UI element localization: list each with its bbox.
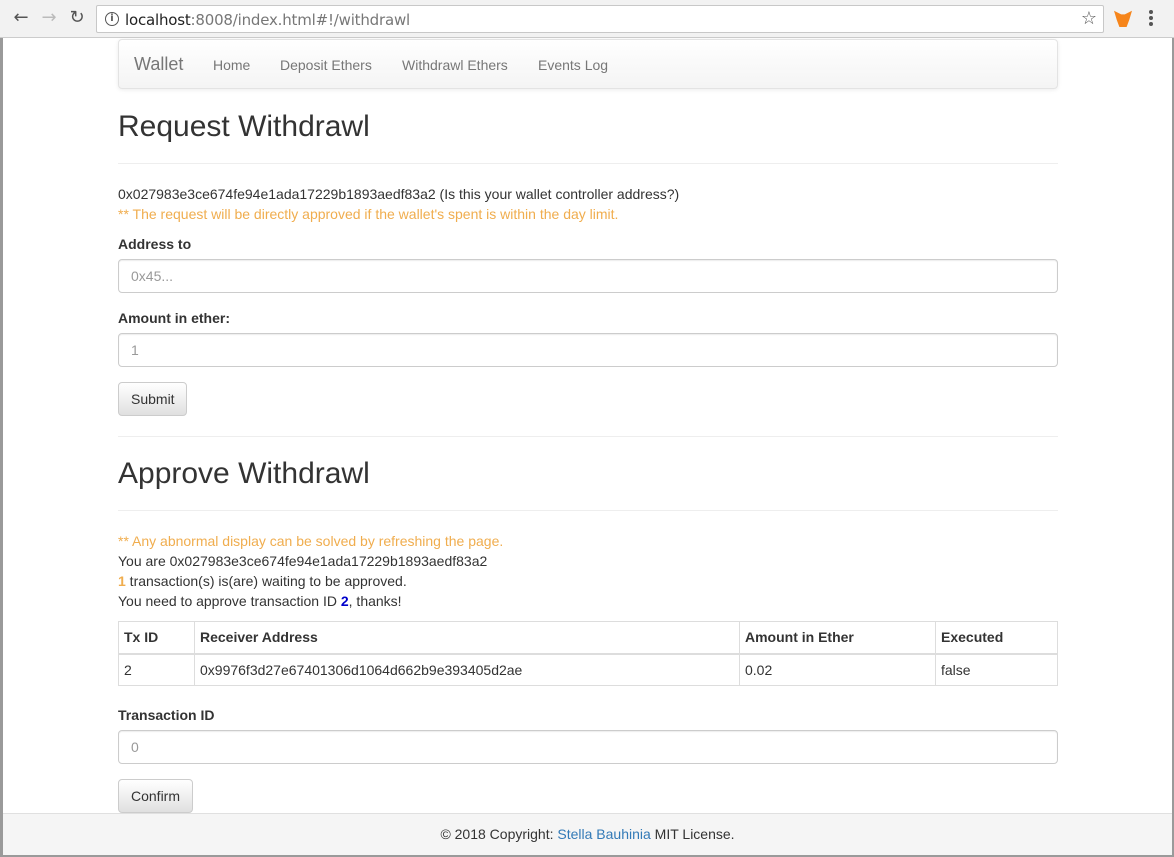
current-user-line: You are 0x027983e3ce674fe94e1ada17229b18… xyxy=(118,553,488,569)
table-row: 2 0x9976f3d27e67401306d1064d662b9e393405… xyxy=(118,653,1058,686)
submit-button[interactable]: Submit xyxy=(118,382,187,416)
url-path: :8008/index.html#!/withdrawl xyxy=(190,11,411,29)
nav-deposit-ethers[interactable]: Deposit Ethers xyxy=(280,57,372,73)
transaction-id-label: Transaction ID xyxy=(118,707,215,723)
confirm-button[interactable]: Confirm xyxy=(118,779,193,813)
footer-author-link[interactable]: Stella Bauhinia xyxy=(557,826,650,842)
navbar-brand[interactable]: Wallet xyxy=(134,54,183,75)
navbar: Wallet Home Deposit Ethers Withdrawl Eth… xyxy=(118,39,1058,89)
divider xyxy=(118,436,1058,437)
approve-withdrawl-title: Approve Withdrawl xyxy=(118,457,370,490)
footer-copyright: © 2018 Copyright: xyxy=(440,826,558,842)
waiting-count-line: 1 transaction(s) is(are) waiting to be a… xyxy=(118,573,407,589)
info-icon[interactable]: i xyxy=(105,12,119,26)
need-suffix: , thanks! xyxy=(348,593,402,609)
footer: © 2018 Copyright: Stella Bauhinia MIT Li… xyxy=(3,813,1172,855)
waiting-count: 1 xyxy=(118,573,126,589)
url-text[interactable]: localhost:8008/index.html#!/withdrawl xyxy=(125,11,410,29)
footer-license: MIT License. xyxy=(650,826,735,842)
forward-icon[interactable]: → xyxy=(38,7,60,29)
divider xyxy=(118,510,1058,511)
col-executed: Executed xyxy=(935,621,1058,655)
col-receiver-address: Receiver Address xyxy=(194,621,740,655)
amount-input[interactable] xyxy=(118,333,1058,367)
need-prefix: You need to approve transaction ID xyxy=(118,593,341,609)
browser-menu-icon[interactable] xyxy=(1148,8,1154,28)
cell-executed: false xyxy=(935,653,1058,686)
transactions-table: Tx ID Receiver Address Amount in Ether E… xyxy=(118,621,1058,686)
transaction-id-input[interactable] xyxy=(118,730,1058,764)
nav-withdrawl-ethers[interactable]: Withdrawl Ethers xyxy=(402,57,508,73)
back-icon[interactable]: ← xyxy=(10,7,32,29)
reload-icon[interactable]: ↻ xyxy=(66,7,88,29)
request-note: ** The request will be directly approved… xyxy=(118,206,619,222)
bookmark-star-icon[interactable]: ☆ xyxy=(1081,8,1097,29)
amount-label: Amount in ether: xyxy=(118,310,230,326)
address-to-label: Address to xyxy=(118,236,192,252)
nav-events-log[interactable]: Events Log xyxy=(538,57,608,73)
col-tx-id: Tx ID xyxy=(118,621,195,655)
cell-tx-id: 2 xyxy=(118,653,195,686)
pending-tx-id: 2 xyxy=(340,593,349,609)
window-border-left xyxy=(0,38,3,857)
browser-toolbar: ← → ↻ i localhost:8008/index.html#!/with… xyxy=(0,0,1174,38)
address-to-input[interactable] xyxy=(118,259,1058,293)
url-host: localhost xyxy=(125,11,191,29)
approve-note: ** Any abnormal display can be solved by… xyxy=(118,533,504,549)
approve-instruction-line: You need to approve transaction ID 2, th… xyxy=(118,593,402,609)
divider xyxy=(118,163,1058,164)
cell-amount: 0.02 xyxy=(739,653,936,686)
address-bar[interactable]: i localhost:8008/index.html#!/withdrawl … xyxy=(96,5,1104,33)
nav-home[interactable]: Home xyxy=(213,57,250,73)
request-withdrawl-title: Request Withdrawl xyxy=(118,110,370,143)
cell-receiver-address: 0x9976f3d27e67401306d1064d662b9e393405d2… xyxy=(194,653,740,686)
col-amount: Amount in Ether xyxy=(739,621,936,655)
controller-address-line: 0x027983e3ce674fe94e1ada17229b1893aedf83… xyxy=(118,186,680,202)
metamask-extension-icon[interactable] xyxy=(1114,10,1132,27)
waiting-text: transaction(s) is(are) waiting to be app… xyxy=(125,573,407,589)
table-header-row: Tx ID Receiver Address Amount in Ether E… xyxy=(118,621,1058,655)
